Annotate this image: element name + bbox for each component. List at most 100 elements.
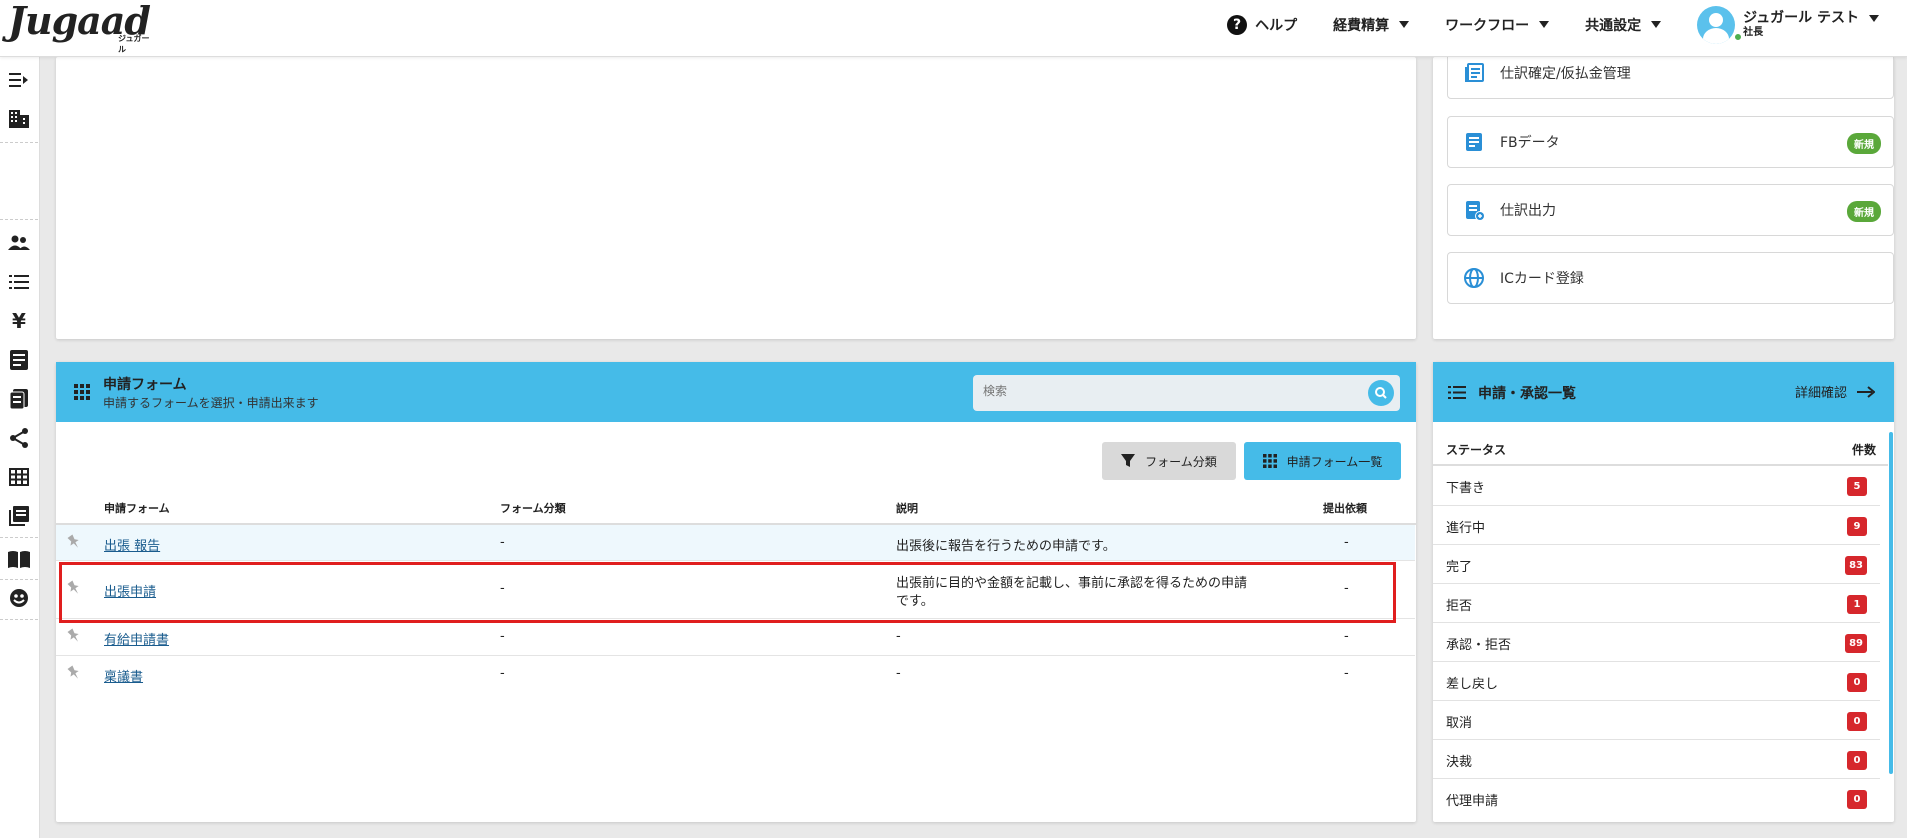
menu-card-journal-export[interactable]: 仕訳出力 新規: [1447, 184, 1894, 236]
document-check-icon[interactable]: [8, 388, 30, 410]
status-count-badge: 1: [1847, 595, 1867, 614]
pin-icon[interactable]: [66, 628, 82, 644]
users-icon[interactable]: [8, 232, 30, 254]
status-row[interactable]: 承認・拒否 89: [1433, 622, 1880, 661]
filter-icon: [1121, 454, 1136, 467]
logo[interactable]: Jugaad ジュガール: [8, 0, 151, 54]
nav-workflow-label: ワークフロー: [1445, 17, 1530, 34]
menu-card-ic-card[interactable]: ICカード登録: [1447, 252, 1894, 304]
status-label: 取消: [1446, 716, 1473, 731]
nav-expense[interactable]: 経費精算: [1333, 15, 1410, 35]
column-header-form: 申請フォーム: [104, 502, 170, 515]
menu-card-label: 仕訳出力: [1500, 203, 1556, 219]
avatar: [1697, 5, 1736, 44]
journal-icon: [1465, 63, 1484, 82]
status-label: 完了: [1446, 560, 1473, 575]
user-menu[interactable]: ジュガール テスト 社長: [1697, 5, 1879, 44]
support-icon[interactable]: [8, 587, 30, 609]
status-row[interactable]: 代理申請 0: [1433, 778, 1880, 817]
status-count-badge: 89: [1845, 634, 1867, 653]
nav-expense-label: 経費精算: [1333, 17, 1390, 34]
status-row[interactable]: 差し戻し 0: [1433, 661, 1880, 700]
form-description: 出張後に報告を行うための申請です。: [896, 539, 1116, 554]
menu-card-fb-data[interactable]: FBデータ 新規: [1447, 116, 1894, 168]
yen-icon[interactable]: ¥: [8, 309, 30, 333]
chevron-down-icon: [1869, 15, 1879, 23]
status-row[interactable]: 取消 0: [1433, 700, 1880, 739]
column-header-count: 件数: [1852, 443, 1877, 457]
building-icon[interactable]: [8, 108, 30, 130]
top-bar: Jugaad ジュガール ? ヘルプ 経費精算 ワークフロー 共通設定 ジュガー…: [0, 0, 1907, 57]
form-request: -: [1344, 535, 1349, 550]
user-name: ジュガール テスト: [1743, 10, 1859, 27]
table-icon[interactable]: [8, 466, 30, 488]
form-category: -: [500, 666, 505, 681]
highlight-box: [59, 562, 1396, 623]
export-icon: [1466, 201, 1485, 221]
menu-expand-icon[interactable]: [8, 69, 30, 91]
approval-panel-header: 申請・承認一覧 詳細確認: [1433, 362, 1894, 422]
forms-panel-subtitle: 申請するフォームを選択・申請出来ます: [103, 396, 319, 410]
table-row[interactable]: 有給申請書 - - -: [56, 619, 1415, 656]
pin-icon[interactable]: [66, 534, 82, 550]
form-request: -: [1344, 666, 1349, 681]
form-category: -: [500, 629, 505, 644]
top-left-panel: [56, 57, 1416, 339]
form-category-label: フォーム分類: [1145, 454, 1217, 469]
search-input[interactable]: [983, 384, 1343, 398]
chevron-down-icon: [1399, 21, 1410, 28]
status-count-badge: 0: [1847, 751, 1867, 770]
status-row[interactable]: 進行中 9: [1433, 505, 1880, 544]
column-header-request: 提出依頼: [1323, 502, 1367, 515]
list-icon[interactable]: [8, 271, 30, 293]
chevron-down-icon: [1651, 21, 1662, 28]
table-row[interactable]: 稟議書 - - -: [56, 656, 1415, 692]
help-icon: ?: [1227, 14, 1248, 35]
form-list-button[interactable]: 申請フォーム一覧: [1244, 442, 1401, 480]
status-row[interactable]: 下書き 5: [1433, 466, 1880, 505]
manual-book-icon[interactable]: [8, 548, 30, 570]
nav-common-settings[interactable]: 共通設定: [1585, 15, 1662, 35]
detail-link[interactable]: 詳細確認: [1795, 382, 1875, 401]
form-link[interactable]: 出張 報告: [104, 535, 160, 554]
logo-subtext: ジュガール: [118, 34, 150, 54]
receipt-icon[interactable]: [8, 349, 30, 371]
grid-icon: [74, 384, 90, 400]
status-label: 拒否: [1446, 599, 1473, 614]
status-row[interactable]: 決裁 0: [1433, 739, 1880, 778]
status-label: 承認・拒否: [1446, 638, 1512, 653]
status-label: 下書き: [1446, 481, 1486, 496]
form-list-label: 申請フォーム一覧: [1286, 454, 1383, 469]
search-button[interactable]: [1368, 380, 1394, 406]
status-row[interactable]: 完了 83: [1433, 544, 1880, 583]
column-header-category: フォーム分類: [500, 502, 566, 515]
status-count-badge: 5: [1847, 477, 1867, 496]
nav-workflow[interactable]: ワークフロー: [1445, 15, 1550, 35]
status-label: 決裁: [1446, 755, 1473, 770]
menu-card-label: ICカード登録: [1500, 271, 1584, 287]
form-link[interactable]: 稟議書: [104, 666, 143, 685]
forms-search: [973, 375, 1400, 411]
status-count-badge: 9: [1847, 517, 1867, 536]
globe-icon: [1464, 268, 1484, 288]
status-label: 差し戻し: [1446, 677, 1499, 692]
pin-icon[interactable]: [66, 665, 82, 681]
form-category: -: [500, 535, 505, 550]
share-icon[interactable]: [8, 427, 30, 449]
nav-help-label: ヘルプ: [1255, 17, 1298, 34]
menu-card-label: FBデータ: [1500, 135, 1560, 151]
nav-help[interactable]: ? ヘルプ: [1227, 14, 1298, 35]
form-link[interactable]: 有給申請書: [104, 629, 169, 648]
form-request: -: [1344, 629, 1349, 644]
status-count-badge: 83: [1845, 556, 1867, 575]
status-row[interactable]: 拒否 1: [1433, 583, 1880, 622]
forms-panel-title: 申請フォーム: [103, 377, 187, 393]
form-category-button[interactable]: フォーム分類: [1102, 442, 1236, 480]
status-label: 代理申請: [1446, 794, 1499, 809]
library-icon[interactable]: [8, 505, 30, 527]
scrollbar[interactable]: [1889, 432, 1893, 774]
status-label: 進行中: [1446, 521, 1486, 536]
column-header-description: 説明: [896, 502, 918, 515]
table-row[interactable]: 出張 報告 - 出張後に報告を行うための申請です。 -: [56, 525, 1415, 561]
approval-panel-title: 申請・承認一覧: [1478, 386, 1576, 402]
